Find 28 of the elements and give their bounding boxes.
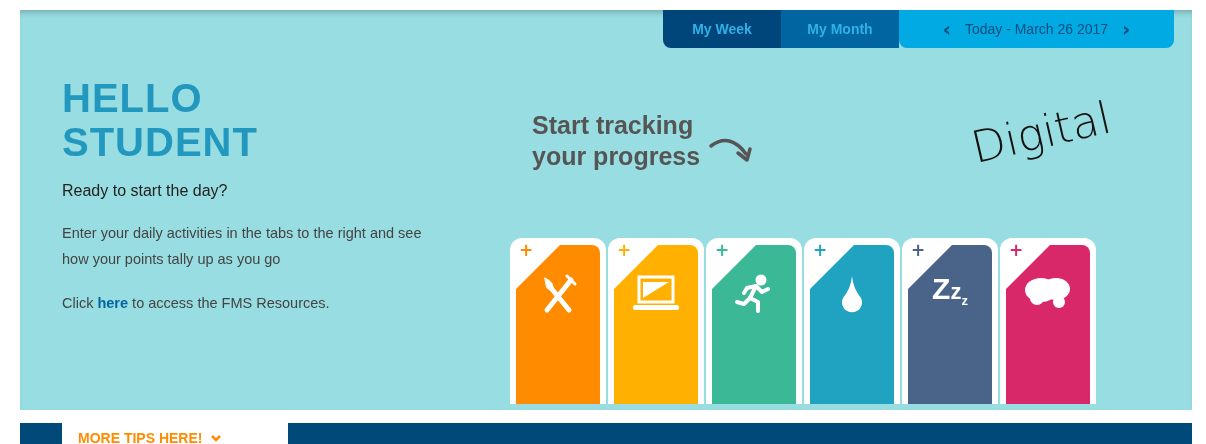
activity-card[interactable]: + bbox=[608, 238, 704, 404]
greeting-subtitle: Ready to start the day? bbox=[62, 182, 229, 200]
annotation-text: Digital bbox=[966, 91, 1116, 173]
add-icon[interactable]: + bbox=[519, 242, 534, 259]
add-icon[interactable]: + bbox=[715, 242, 730, 259]
view-tab[interactable]: My Week bbox=[663, 10, 781, 48]
chevron-down-icon bbox=[210, 434, 223, 442]
greeting-heading: STUDENT bbox=[62, 120, 259, 164]
activity-card[interactable]: + bbox=[706, 238, 802, 404]
resources-text: Click here to access the FMS Resources. bbox=[62, 294, 331, 313]
add-icon[interactable]: + bbox=[1009, 242, 1024, 259]
prompt-text: your progress bbox=[532, 141, 701, 172]
instructions-text: Enter your daily activities in the tabs to the right and see how your points tally up as you go bbox=[62, 224, 423, 269]
current-date: Today - March 26 2017 bbox=[964, 21, 1109, 37]
greeting-heading: HELLO bbox=[62, 76, 204, 120]
laptop-icon bbox=[631, 274, 681, 312]
activity-card[interactable]: + bbox=[804, 238, 900, 404]
previous-day-button[interactable]: ‹ bbox=[942, 19, 951, 39]
next-day-button[interactable]: › bbox=[1122, 19, 1131, 39]
add-icon[interactable]: + bbox=[911, 242, 926, 259]
tips-button[interactable]: MORE TIPS HERE! bbox=[62, 423, 288, 444]
add-icon[interactable]: + bbox=[813, 242, 828, 259]
add-icon[interactable]: + bbox=[617, 242, 632, 259]
activity-card[interactable]: + bbox=[1000, 238, 1096, 404]
view-tab[interactable]: My Month bbox=[781, 10, 899, 48]
prompt-text: Start tracking bbox=[532, 110, 695, 141]
activity-card[interactable]: + bbox=[510, 238, 606, 404]
resources-link[interactable]: here bbox=[97, 295, 129, 311]
